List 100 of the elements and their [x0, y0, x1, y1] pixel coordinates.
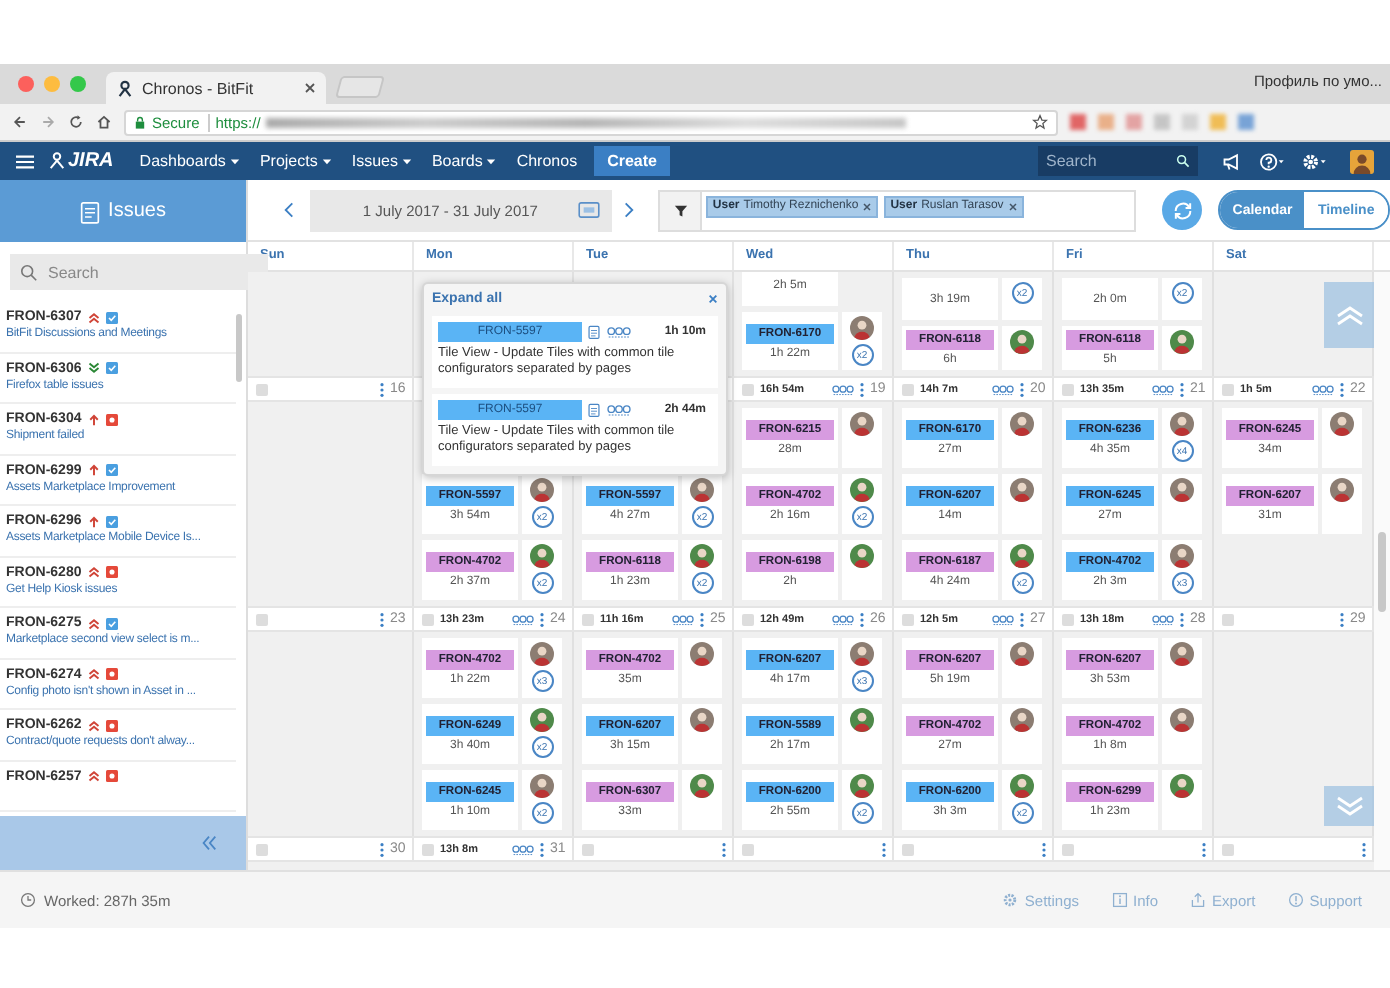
avatar-icon — [530, 708, 554, 732]
clock-icon — [20, 892, 36, 908]
clipboard-icon[interactable] — [588, 401, 600, 418]
refresh-icon[interactable] — [1171, 199, 1194, 221]
avatar-icon — [1010, 330, 1034, 354]
avatar-icon — [1330, 478, 1354, 502]
star-icon[interactable] — [1032, 114, 1048, 130]
day-checkbox[interactable] — [256, 383, 268, 395]
nav-menu[interactable]: Dashboards — [129, 152, 250, 170]
search-field[interactable]: Search — [1038, 146, 1198, 176]
search-field[interactable]: Search — [10, 254, 268, 290]
up-arrow-icon — [87, 464, 100, 476]
rings-icon[interactable] — [1312, 383, 1334, 395]
forward-icon[interactable] — [40, 114, 56, 130]
day-checkbox[interactable] — [256, 613, 268, 625]
day-checkbox[interactable] — [582, 613, 594, 625]
double-up-arrow-icon — [87, 770, 100, 782]
day-checkbox[interactable] — [422, 613, 434, 625]
avatar-icon — [1170, 708, 1194, 732]
rings-icon[interactable] — [512, 613, 534, 625]
avatar-icon — [1170, 774, 1194, 798]
avatar-icon[interactable] — [1350, 149, 1374, 173]
checkmark-square-icon — [105, 617, 118, 629]
day-checkbox[interactable] — [1222, 843, 1234, 855]
rings-icon[interactable] — [606, 326, 632, 338]
avatar-icon — [1170, 544, 1194, 568]
avatar-icon — [1010, 642, 1034, 666]
avatar-icon — [690, 478, 714, 502]
browser-tab[interactable]: Chronos - BitFit — [106, 72, 326, 104]
support-icon[interactable] — [1287, 892, 1304, 908]
avatar-icon — [1010, 544, 1034, 568]
close-icon[interactable] — [708, 294, 718, 304]
day-checkbox[interactable] — [1062, 843, 1074, 855]
double-up-arrow-icon — [87, 311, 100, 323]
day-checkbox[interactable] — [422, 843, 434, 855]
remove-icon[interactable] — [862, 201, 873, 211]
avatar-icon — [850, 642, 874, 666]
avatar-icon — [850, 544, 874, 568]
settings-icon[interactable] — [1300, 151, 1328, 171]
checkmark-square-icon — [105, 362, 118, 374]
rings-icon[interactable] — [992, 383, 1014, 395]
next-icon[interactable] — [624, 200, 635, 220]
double-left-chevron-icon[interactable] — [200, 834, 218, 852]
day-checkbox[interactable] — [1062, 383, 1074, 395]
search-icon[interactable] — [1176, 154, 1190, 168]
nav-menu[interactable]: Boards — [421, 152, 507, 170]
day-checkbox[interactable] — [742, 383, 754, 395]
avatar-icon — [1170, 412, 1194, 436]
calendar-icon[interactable] — [578, 202, 601, 218]
previous-icon[interactable] — [284, 200, 294, 220]
rings-icon[interactable] — [832, 613, 854, 625]
avatar-icon — [1170, 478, 1194, 502]
avatar-icon — [850, 412, 874, 436]
jira-logo[interactable]: JIRA — [48, 150, 114, 172]
day-checkbox[interactable] — [902, 843, 914, 855]
day-checkbox[interactable] — [742, 843, 754, 855]
rings-icon[interactable] — [672, 613, 694, 625]
close-button[interactable] — [18, 76, 34, 92]
help-icon[interactable] — [1258, 151, 1286, 171]
rings-icon[interactable] — [606, 403, 632, 416]
avatar-icon — [530, 774, 554, 798]
checkmark-square-icon — [105, 311, 118, 323]
remove-icon[interactable] — [1007, 201, 1018, 211]
avatar-icon — [690, 642, 714, 666]
megaphone-icon[interactable] — [1222, 151, 1242, 171]
caret-icon[interactable] — [486, 157, 497, 165]
nav-menu[interactable]: Issues — [341, 152, 422, 170]
caret-icon[interactable] — [401, 157, 412, 165]
day-checkbox[interactable] — [1062, 613, 1074, 625]
menu-icon[interactable] — [16, 153, 34, 169]
avatar-icon — [530, 642, 554, 666]
rings-icon[interactable] — [1152, 613, 1174, 625]
reload-icon[interactable] — [68, 114, 84, 130]
rings-icon[interactable] — [1152, 383, 1174, 395]
day-checkbox[interactable] — [256, 843, 268, 855]
day-checkbox[interactable] — [902, 613, 914, 625]
nav-menu[interactable]: Projects — [249, 152, 342, 170]
day-checkbox[interactable] — [1222, 613, 1234, 625]
close-icon[interactable] — [304, 82, 316, 94]
export-icon[interactable] — [1190, 892, 1207, 908]
clipboard-icon[interactable] — [588, 324, 600, 340]
avatar-icon — [690, 774, 714, 798]
day-checkbox[interactable] — [1222, 383, 1234, 395]
dot-square-icon — [105, 770, 118, 782]
create-button[interactable]: Create — [593, 146, 671, 176]
home-icon[interactable] — [96, 114, 112, 130]
caret-icon[interactable] — [321, 157, 332, 165]
day-checkbox[interactable] — [902, 383, 914, 395]
avatar-icon — [530, 478, 554, 502]
rings-icon[interactable] — [512, 843, 534, 855]
caret-icon[interactable] — [229, 157, 240, 165]
rings-icon[interactable] — [992, 613, 1014, 625]
filter-icon[interactable] — [673, 203, 688, 217]
rings-icon[interactable] — [832, 383, 854, 395]
info-icon[interactable] — [1111, 892, 1128, 908]
day-checkbox[interactable] — [742, 613, 754, 625]
refresh-button[interactable] — [1162, 190, 1203, 230]
back-icon[interactable] — [12, 114, 28, 130]
nav-menu[interactable]: Chronos — [506, 152, 588, 170]
day-checkbox[interactable] — [582, 843, 594, 855]
